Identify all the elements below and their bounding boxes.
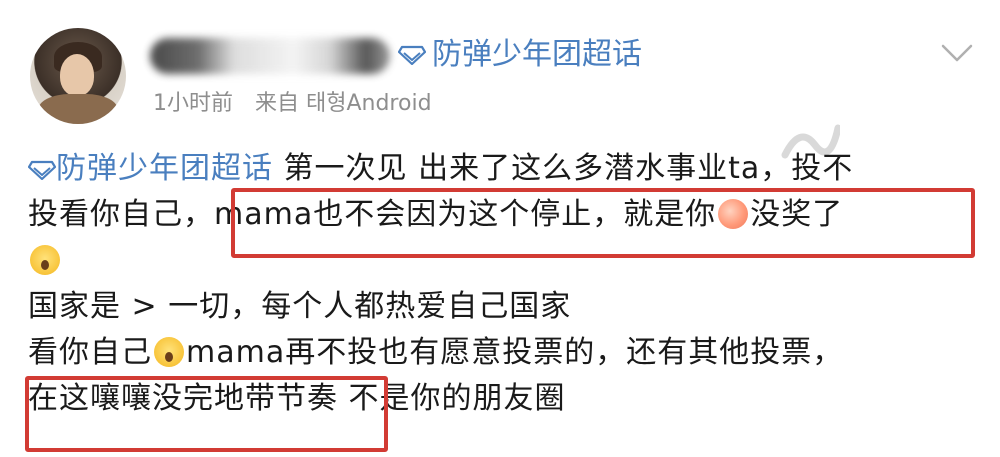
post-text-5b: mama再不投也有愿意投票的，还有其他投票， — [186, 335, 844, 370]
post-text-5a: 看你自己 — [28, 335, 152, 370]
diamond-icon — [398, 45, 426, 65]
peach-emoji — [718, 199, 749, 229]
post-body: 防弹少年团超话 第一次见 出来了这么多潜水事业ta，投不 投看你自己，mama也… — [28, 146, 988, 422]
post-line-6: 在这嚷嚷没完地带节奏 不是你的朋友圈 — [28, 376, 988, 422]
avatar[interactable] — [30, 28, 126, 124]
supertopic-link[interactable]: 防弹少年团超话 — [398, 33, 642, 77]
post-text-1: 第一次见 出来了这么多潜水事业ta，投不 — [273, 151, 854, 186]
shocked-face-emoji — [30, 245, 60, 275]
chevron-down-icon[interactable] — [940, 40, 974, 66]
shocked-face-emoji — [154, 337, 184, 367]
post-line-2: 投看你自己，mama也不会因为这个停止，就是你 没奖了 — [28, 192, 988, 238]
inline-supertopic-link[interactable]: 防弹少年团超话 — [56, 151, 273, 186]
avatar-coat — [38, 94, 118, 124]
diamond-icon — [28, 160, 56, 180]
post-text-2a: 投看你自己， — [28, 197, 214, 232]
post-text-2b: mama也不会因为这个停止，就是你 — [214, 197, 717, 232]
post-text-4: 国家是 > 一切，每个人都热爱自己国家 — [28, 289, 572, 324]
post-line-3 — [28, 238, 988, 284]
post-line-1: 防弹少年团超话 第一次见 出来了这么多潜水事业ta，投不 — [28, 146, 988, 192]
post-line-4: 国家是 > 一切，每个人都热爱自己国家 — [28, 284, 988, 330]
post-text-2c: 没奖了 — [750, 197, 844, 232]
post-text-6a: 在这嚷嚷没完地带节奏 — [28, 381, 338, 416]
post-text-6b: 不是你的朋友圈 — [338, 381, 566, 416]
weibo-post: 防弹少年团超话 1小时前 来自 태형Android 防弹少年团超话 第一次见 出… — [0, 0, 1000, 457]
avatar-face — [60, 54, 94, 96]
post-line-5: 看你自己 mama再不投也有愿意投票的，还有其他投票， — [28, 330, 988, 376]
post-time: 1小时前 — [153, 91, 233, 116]
post-meta: 1小时前 来自 태형Android — [153, 88, 432, 120]
post-source[interactable]: 来自 태형Android — [255, 88, 432, 120]
supertopic-label: 防弹少年团超话 — [432, 37, 642, 72]
username-redacted[interactable] — [150, 38, 390, 74]
